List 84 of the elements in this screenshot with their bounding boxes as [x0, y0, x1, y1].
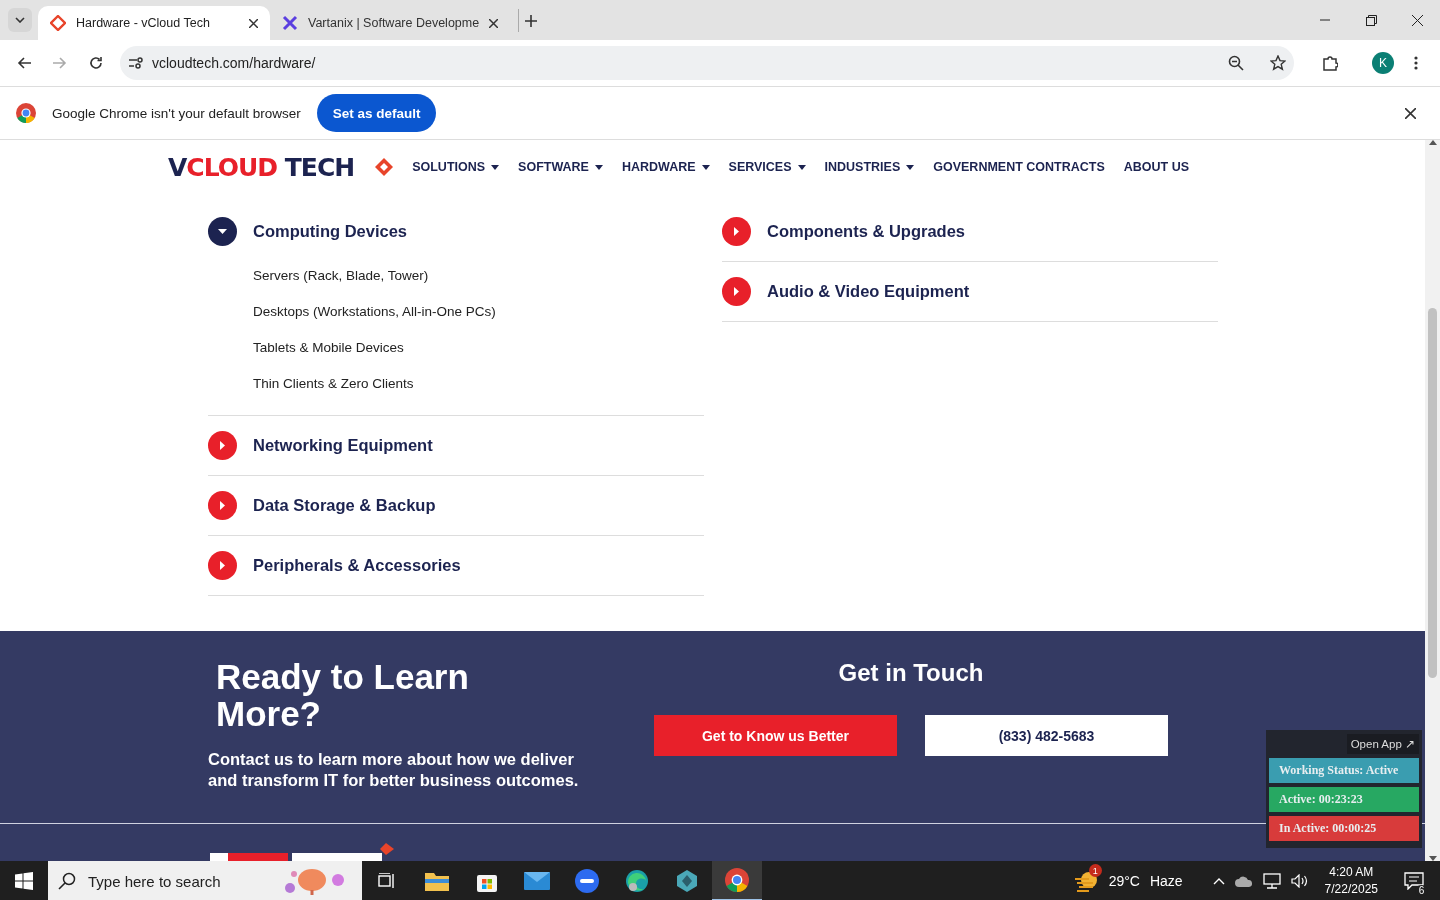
x-logo-icon [282, 15, 298, 31]
cloud-icon [1234, 874, 1253, 888]
nav-menu-item[interactable]: ABOUT US [1123, 160, 1190, 174]
collapse-icon [208, 217, 237, 246]
category-link[interactable]: Servers (Rack, Blade, Tower) [253, 268, 704, 283]
expand-icon [208, 431, 237, 460]
weather-widget[interactable]: 29°C Haze [1108, 873, 1183, 889]
close-tab-icon [249, 18, 258, 28]
profile-avatar[interactable]: K [1372, 52, 1394, 74]
close-icon [1404, 107, 1416, 119]
status-row: In Active: 00:00:25 [1269, 816, 1419, 841]
forward-arrow-icon [53, 57, 67, 69]
nav-menu-item[interactable]: SERVICES [728, 160, 806, 174]
menu-icon [1414, 56, 1418, 70]
chrome-icon [725, 868, 749, 892]
diamond-logo-icon [50, 15, 66, 31]
status-row: Active: 00:23:23 [1269, 787, 1419, 812]
status-row: Working Status: Active [1269, 758, 1419, 783]
speaker-icon [1290, 874, 1309, 888]
caret-icon [491, 164, 500, 170]
taskbar-clock[interactable]: 4:20 AM 7/22/2025 [1318, 864, 1384, 898]
zoom-out-icon [1228, 55, 1244, 71]
browser-tab[interactable]: Vartanix | Software Developme [270, 6, 511, 40]
accordion-header[interactable]: Computing Devices [208, 217, 408, 246]
site-settings-icon [128, 56, 144, 70]
chrome-logo-icon [16, 103, 36, 123]
expand-icon [208, 551, 237, 580]
puzzle-icon [1322, 55, 1338, 71]
expand-icon [722, 277, 751, 306]
nav-menu-item[interactable]: INDUSTRIES [824, 160, 915, 174]
expand-icon [208, 491, 237, 520]
mail-icon [524, 872, 550, 890]
scrollbar-thumb[interactable] [1428, 308, 1437, 678]
cta-heading: Ready to Learn More? [216, 659, 470, 733]
plus-icon [525, 15, 538, 27]
cta-text: Contact us to learn more about how we deliver and transform IT for better business outcomes. [208, 748, 580, 791]
browser-tab[interactable]: Hardware - vCloud Tech [38, 6, 270, 40]
accordion-header[interactable]: Components & Upgrades [722, 217, 966, 246]
notification-button[interactable]: 6 [1394, 861, 1434, 900]
site-logo[interactable]: VCLOUD TECH [168, 152, 355, 182]
folder-icon [425, 871, 449, 891]
star-icon [1270, 55, 1286, 71]
contact-heading: Get in Touch [838, 659, 984, 687]
open-app-button[interactable]: Open App ↗ [1346, 734, 1419, 754]
nav-menu-item[interactable]: SOLUTIONS [412, 160, 500, 174]
search-icon [58, 872, 76, 890]
category-link[interactable]: Desktops (Workstations, All-in-One PCs) [253, 304, 704, 319]
network-icon [1262, 873, 1281, 889]
caret-icon [797, 164, 806, 170]
hexagon-app-icon [676, 869, 698, 893]
category-link[interactable]: Thin Clients & Zero Clients [253, 376, 704, 391]
weather-haze-icon [1074, 870, 1099, 892]
caret-icon [906, 164, 915, 170]
caret-icon [594, 164, 603, 170]
get-to-know-button[interactable]: Get to Know us Better [654, 715, 897, 756]
accordion-header[interactable]: Networking Equipment [208, 431, 433, 460]
reload-icon [89, 56, 103, 70]
close-icon [1411, 14, 1423, 26]
nav-menu-item[interactable]: GOVERNMENT CONTRACTS [933, 160, 1105, 174]
nav-menu-item[interactable]: HARDWARE [621, 160, 710, 174]
set-default-button[interactable]: Set as default [316, 94, 437, 132]
weather-alert-badge: 1 [1088, 864, 1102, 877]
phone-button[interactable]: (833) 482-5683 [925, 715, 1168, 756]
expand-icon [722, 217, 751, 246]
category-link[interactable]: Tablets & Mobile Devices [253, 340, 704, 355]
task-view-icon [378, 873, 396, 889]
taskbar-app[interactable] [712, 861, 762, 900]
tab-search-button[interactable] [8, 8, 32, 32]
back-arrow-icon [17, 57, 31, 69]
close-tab-icon [489, 18, 499, 28]
restore-icon [1365, 14, 1377, 26]
accordion-header[interactable]: Peripherals & Accessories [208, 551, 461, 580]
caret-icon [701, 164, 710, 170]
accordion-header[interactable]: Data Storage & Backup [208, 491, 436, 520]
chevron-up-icon [1212, 877, 1225, 885]
logo-badge-icon [374, 157, 395, 177]
windows-icon [15, 872, 33, 890]
chevron-down-icon [15, 17, 25, 23]
accordion-header[interactable]: Audio & Video Equipment [722, 277, 970, 306]
search-bar[interactable]: Type here to search [48, 861, 362, 900]
nav-menu-item[interactable]: SOFTWARE [518, 160, 603, 174]
infobar-message: Google Chrome isn't your default browser [52, 105, 301, 121]
search-field[interactable]: Type here to search [86, 871, 272, 891]
address-bar[interactable]: vcloudtech.com/hardware/ [120, 46, 1294, 80]
